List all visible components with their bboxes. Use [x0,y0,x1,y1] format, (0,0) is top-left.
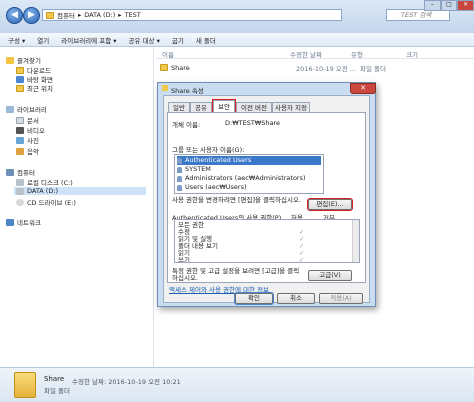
address-bar[interactable]: 컴퓨터 ▸ DATA (D:) ▸ TEST [42,9,342,21]
network-icon [6,218,14,226]
permission-row: 모든 권한 [178,221,204,229]
nav-recent[interactable]: 최근 위치 [16,83,53,93]
user-administrators[interactable]: Administrators (aec₩Administrators) [177,174,321,183]
nav-data-d[interactable]: DATA (D:) [14,187,146,195]
folder-icon [160,64,168,71]
cancel-button[interactable]: 취소 [277,293,315,304]
burn-button[interactable]: 굽기 [172,35,184,45]
security-tab-panel: 개체 이름: D:₩TEST₩Share 그룹 또는 사용자 이름(G): Au… [167,112,366,283]
library-icon [6,105,14,113]
folder-icon [14,372,36,398]
drive-icon [16,178,24,186]
permission-row: 읽기 ✓ [178,249,305,257]
folder-icon [162,85,168,91]
new-folder-button[interactable]: 새 폴더 [196,35,216,45]
user-users[interactable]: Users (aec₩Users) [177,183,321,192]
computer-icon [6,168,14,176]
share-with-button[interactable]: 공유 대상 ▾ [129,35,160,45]
permissions-table: 모든 권한 수정 ✓ 읽기 및 실행 ✓ 폴더 내용 보기 ✓ 읽기 ✓ 쓰기 ✓ [174,219,360,263]
file-row[interactable]: Share 2016-10-19 오전 ... 파일 폴더 [160,62,470,73]
groups-label: 그룹 또는 사용자 이름(G): [172,146,245,154]
nav-libraries[interactable]: 라이브러리 [6,104,47,114]
column-name[interactable]: 이름 [162,49,174,59]
nav-pictures[interactable]: 사진 [16,135,39,145]
file-date: 2016-10-19 오전 ... [296,64,356,73]
breadcrumb-computer[interactable]: 컴퓨터 [57,10,75,20]
properties-dialog: Share 속성 ✕ 일반 공유 보안 이전 버전 사용자 지정 개체 이름: … [157,82,376,307]
nav-favorites[interactable]: 즐겨찾기 [6,55,41,65]
permission-row: 쓰기 ✓ [178,257,305,262]
tab-sharing[interactable]: 공유 [190,102,212,112]
nav-local-disk-c[interactable]: 로컬 디스크 (C:) [16,177,73,187]
edit-button[interactable]: 편집(E)... [307,198,353,211]
user-group-icon [177,157,182,164]
permissions-scrollbar[interactable] [352,220,359,262]
user-group-icon [177,184,182,191]
open-button[interactable]: 열기 [37,35,49,45]
tab-customize[interactable]: 사용자 지정 [272,102,310,112]
breadcrumb-data[interactable]: DATA (D:) [84,11,115,19]
window-controls: – □ ✕ [424,0,474,11]
include-in-library-button[interactable]: 라이브러리에 포함 ▾ [61,35,116,45]
nav-cd-drive-e[interactable]: CD 드라이브 (E:) [16,197,76,207]
user-authenticated-users[interactable]: Authenticated Users [177,156,321,165]
apply-button[interactable]: 적용(A) [319,293,363,304]
tab-security[interactable]: 보안 [212,99,236,113]
documents-icon [16,116,24,124]
pictures-icon [16,136,24,144]
nav-music[interactable]: 음악 [16,146,39,156]
close-button[interactable]: ✕ [457,0,474,11]
breadcrumb-test[interactable]: TEST [125,11,141,19]
details-modified: 수정한 날짜: 2016-10-19 오전 10:21 [72,378,181,386]
ok-button[interactable]: 확인 [234,292,274,305]
maximize-button[interactable]: □ [440,0,458,11]
folder-icon [46,11,54,19]
user-group-icon [177,175,182,182]
advanced-button[interactable]: 고급(V) [308,270,352,281]
object-name-value: D:₩TEST₩Share [225,119,280,127]
nav-computer[interactable]: 컴퓨터 [6,167,35,177]
object-name-label: 개체 이름: [172,121,201,129]
desktop-icon [16,75,24,83]
tab-general[interactable]: 일반 [168,102,190,112]
file-name: Share [171,63,190,72]
column-type[interactable]: 유형 [351,49,363,59]
file-type: 파일 폴더 [360,64,386,73]
tab-previous-versions[interactable]: 이전 버전 [236,102,272,112]
back-button[interactable]: ◀ [6,7,23,24]
dialog-close-button[interactable]: ✕ [350,83,376,94]
video-icon [16,126,24,134]
cd-icon [16,198,24,206]
organize-button[interactable]: 구성 ▾ [8,35,25,45]
command-bar: 구성 ▾ 열기 라이브러리에 포함 ▾ 공유 대상 ▾ 굽기 새 폴더 [0,33,474,47]
advanced-text: 특정 권한 및 고급 설정을 보려면 [고급]을 클릭하십시오. [172,267,300,282]
change-permissions-text: 사용 권한을 변경하려면 [편집]을 클릭하십시오. [172,196,302,204]
user-group-icon [177,166,182,173]
title-bar: ◀ ▶ 컴퓨터 ▸ DATA (D:) ▸ TEST TEST 검색 – □ ✕ [0,0,474,34]
star-icon [6,56,14,64]
download-folder-icon [16,66,24,74]
music-icon [16,147,24,155]
details-name: Share [44,375,65,383]
dialog-title: Share 속성 [171,87,204,95]
permission-row: 폴더 내용 보기 ✓ [178,242,305,250]
user-system[interactable]: SYSTEM [177,165,321,174]
column-date[interactable]: 수정한 날짜 [290,49,322,59]
details-type: 파일 폴더 [44,387,70,395]
users-list[interactable]: Authenticated Users SYSTEM Administrator… [174,154,324,194]
navigation-pane: 즐겨찾기 다운로드 바탕 화면 최근 위치 라이브러리 문서 비디오 사진 음악… [0,47,154,367]
forward-button[interactable]: ▶ [23,7,40,24]
nav-videos[interactable]: 비디오 [16,125,45,135]
drive-icon [16,187,24,195]
column-headers: 이름 수정한 날짜 유형 크기 [156,48,474,59]
minimize-button[interactable]: – [424,0,441,11]
recent-places-icon [16,84,24,92]
column-size[interactable]: 크기 [406,49,418,59]
nav-documents[interactable]: 문서 [16,115,39,125]
nav-network[interactable]: 네트워크 [6,217,41,227]
dialog-body: 일반 공유 보안 이전 버전 사용자 지정 개체 이름: D:₩TEST₩Sha… [163,95,370,305]
